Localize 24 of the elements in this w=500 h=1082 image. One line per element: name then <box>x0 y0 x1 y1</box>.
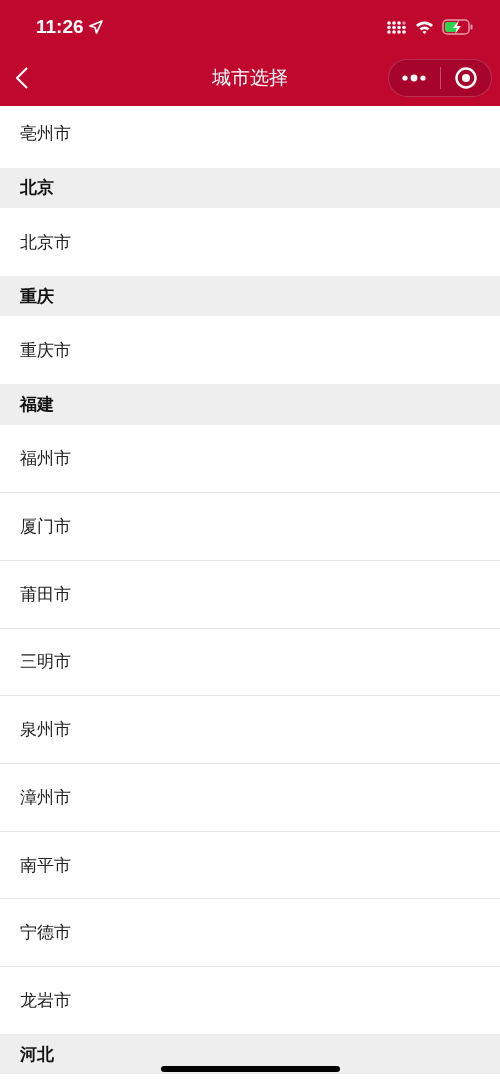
status-time: 11:26 <box>36 16 84 38</box>
province-header: 河北 <box>0 1033 500 1075</box>
city-item[interactable]: 泉州市 <box>0 695 500 763</box>
province-header: 重庆 <box>0 275 500 317</box>
city-item[interactable]: 福州市 <box>0 424 500 493</box>
wifi-icon <box>415 20 434 34</box>
city-item[interactable]: 亳州市 <box>0 100 500 168</box>
city-item[interactable]: 龙岩市 <box>0 966 500 1034</box>
signal-icon <box>387 20 407 34</box>
province-header: 北京 <box>0 167 500 209</box>
city-item[interactable]: 漳州市 <box>0 763 500 831</box>
city-item[interactable]: 北京市 <box>0 208 500 276</box>
target-circle-icon <box>454 67 477 89</box>
more-dots-icon <box>402 74 427 82</box>
battery-charging-icon <box>442 19 474 35</box>
city-item[interactable]: 三明市 <box>0 627 500 696</box>
city-item[interactable]: 南平市 <box>0 830 500 899</box>
city-item[interactable]: 重庆市 <box>0 316 500 385</box>
city-item[interactable]: 莆田市 <box>0 559 500 628</box>
province-header: 福建 <box>0 384 500 425</box>
page-title: 城市选择 <box>212 65 288 90</box>
location-arrow-icon <box>88 20 103 34</box>
city-item[interactable]: 厦门市 <box>0 492 500 560</box>
city-item[interactable]: 宁德市 <box>0 898 500 967</box>
